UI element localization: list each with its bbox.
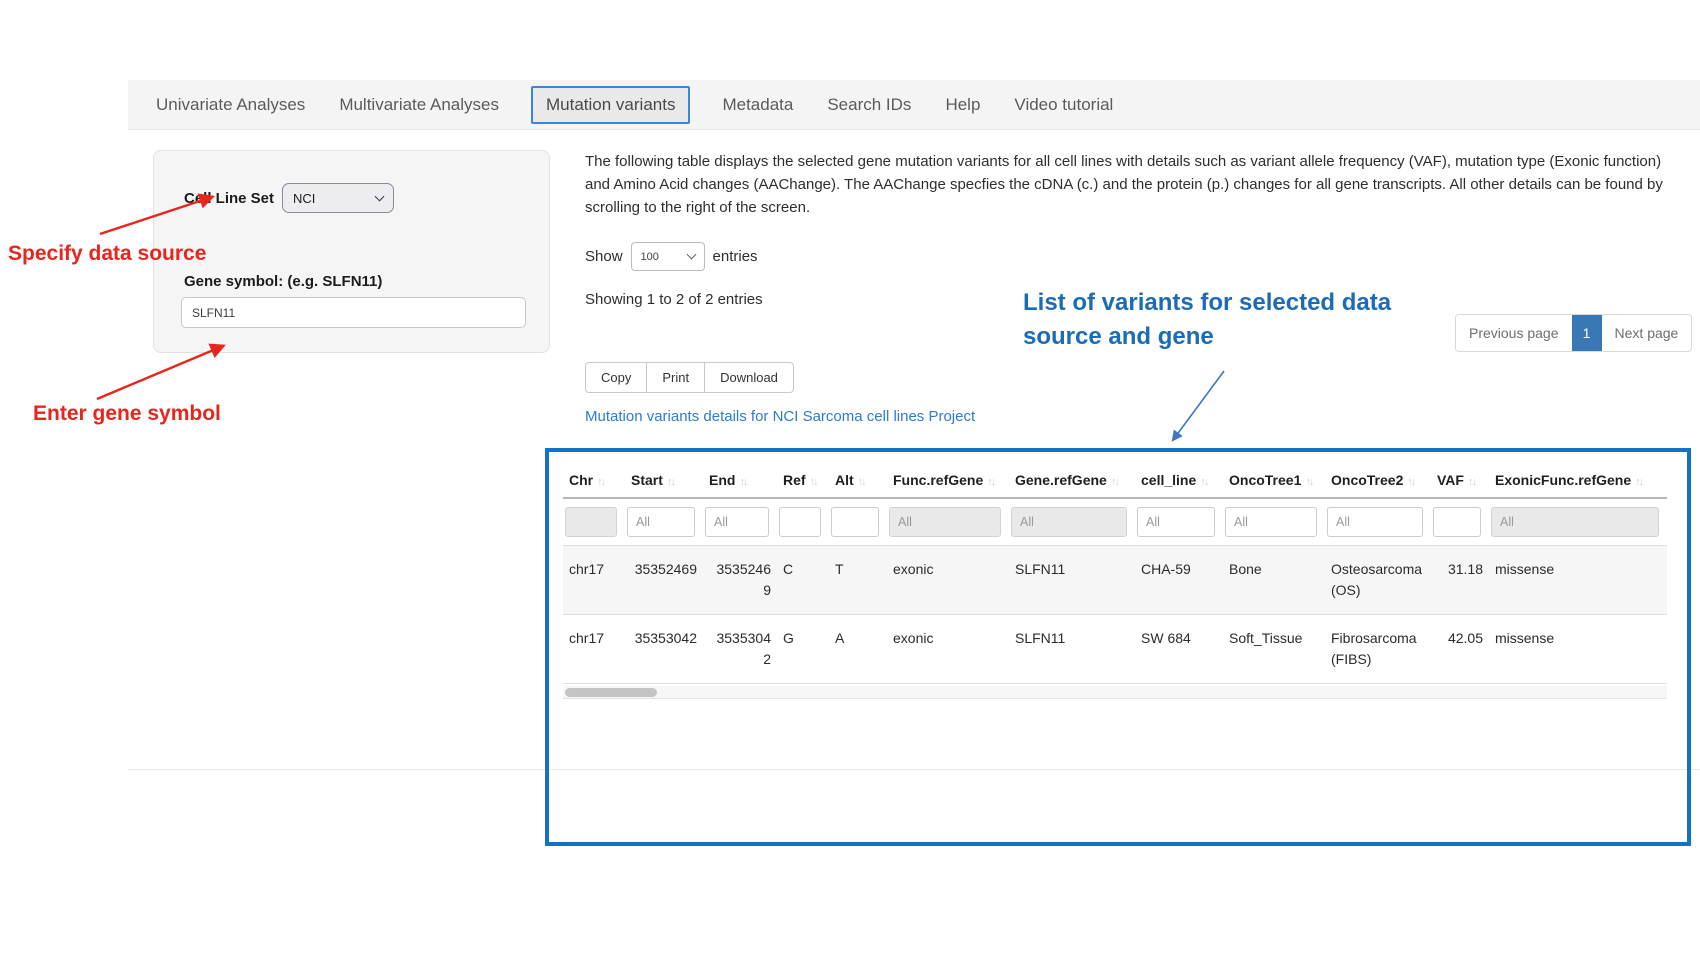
- sort-icon[interactable]: ↑↓: [858, 476, 865, 488]
- annotation-specify-data-source: Specify data source: [8, 242, 206, 266]
- page-number-1[interactable]: 1: [1572, 315, 1602, 351]
- page-length-value: 100: [641, 251, 659, 263]
- gene-symbol-label: Gene symbol: (e.g. SLFN11): [184, 273, 382, 290]
- col-header-ref[interactable]: Ref↑↓: [777, 462, 829, 498]
- cell-line-set-value: NCI: [293, 191, 315, 206]
- filter-cell-line[interactable]: [1137, 507, 1215, 537]
- tab-video-tutorial[interactable]: Video tutorial: [1012, 86, 1115, 124]
- sort-icon[interactable]: ↑↓: [987, 476, 994, 488]
- horizontal-scrollbar[interactable]: [563, 686, 1667, 699]
- filter-oncotree1[interactable]: [1225, 507, 1317, 537]
- annotation-list-of-variants: List of variants for selected data sourc…: [1023, 286, 1391, 354]
- chevron-down-icon: [375, 191, 385, 201]
- tab-mutation-variants[interactable]: Mutation variants: [531, 86, 690, 124]
- red-arrow-to-gene-input: [97, 346, 223, 399]
- tab-metadata[interactable]: Metadata: [720, 86, 795, 124]
- sort-icon[interactable]: ↑↓: [1635, 476, 1642, 488]
- col-header-vaf[interactable]: VAF↑↓: [1431, 462, 1489, 498]
- col-header-chr[interactable]: Chr↑↓: [563, 462, 625, 498]
- filter-vaf[interactable]: [1433, 507, 1481, 537]
- filter-start[interactable]: [627, 507, 695, 537]
- sort-icon[interactable]: ↑↓: [1305, 476, 1312, 488]
- col-header-gene-refgene[interactable]: Gene.refGene↑↓: [1009, 462, 1135, 498]
- page-length-select[interactable]: 100: [631, 242, 705, 271]
- sort-icon[interactable]: ↑↓: [1111, 476, 1118, 488]
- col-header-func-refgene[interactable]: Func.refGene↑↓: [887, 462, 1009, 498]
- variants-table-highlight-box: Chr↑↓ Start↑↓ End↑↓ Ref↑↓ Alt↑↓ Func.ref…: [545, 448, 1691, 846]
- sort-icon[interactable]: ↑↓: [667, 476, 674, 488]
- col-header-cell-line[interactable]: cell_line↑↓: [1135, 462, 1223, 498]
- tab-multivariate-analyses[interactable]: Multivariate Analyses: [337, 86, 501, 124]
- filter-ref[interactable]: [779, 507, 821, 537]
- col-header-alt[interactable]: Alt↑↓: [829, 462, 887, 498]
- gene-symbol-input[interactable]: [181, 297, 526, 328]
- pagination: Previous page 1 Next page: [1455, 314, 1692, 352]
- variants-table: Chr↑↓ Start↑↓ End↑↓ Ref↑↓ Alt↑↓ Func.ref…: [563, 462, 1667, 684]
- annotation-line-2: source and gene: [1023, 320, 1391, 354]
- cell-line-set-select[interactable]: NCI: [282, 183, 394, 213]
- cell-line-set-label: Cell Line Set: [184, 190, 274, 207]
- filter-func-refgene[interactable]: [889, 507, 1001, 537]
- filter-oncotree2[interactable]: [1327, 507, 1423, 537]
- export-button-group: Copy Print Download: [585, 362, 794, 393]
- tab-search-ids[interactable]: Search IDs: [825, 86, 913, 124]
- tab-help[interactable]: Help: [943, 86, 982, 124]
- download-button[interactable]: Download: [704, 362, 794, 393]
- table-description-text: The following table displays the selecte…: [585, 150, 1685, 219]
- header-row: Chr↑↓ Start↑↓ End↑↓ Ref↑↓ Alt↑↓ Func.ref…: [563, 462, 1667, 498]
- col-header-start[interactable]: Start↑↓: [625, 462, 703, 498]
- sort-icon[interactable]: ↑↓: [597, 476, 604, 488]
- next-page-button[interactable]: Next page: [1602, 315, 1692, 351]
- sort-icon[interactable]: ↑↓: [739, 476, 746, 488]
- table-row[interactable]: chr17 35353042 35353042 G A exonic SLFN1…: [563, 615, 1667, 684]
- chevron-down-icon: [686, 250, 696, 260]
- filter-gene-refgene[interactable]: [1011, 507, 1127, 537]
- col-header-end[interactable]: End↑↓: [703, 462, 777, 498]
- blue-arrow-to-table: [1173, 371, 1224, 440]
- sort-icon[interactable]: ↑↓: [1200, 476, 1207, 488]
- col-header-oncotree2[interactable]: OncoTree2↑↓: [1325, 462, 1431, 498]
- scrollbar-thumb[interactable]: [565, 688, 657, 697]
- sort-icon[interactable]: ↑↓: [1468, 476, 1475, 488]
- filter-alt[interactable]: [831, 507, 879, 537]
- copy-button[interactable]: Copy: [585, 362, 647, 393]
- filter-end[interactable]: [705, 507, 769, 537]
- controls-panel: Cell Line Set NCI Gene symbol: (e.g. SLF…: [153, 150, 550, 353]
- print-button[interactable]: Print: [646, 362, 705, 393]
- show-entries-row: Show 100 entries: [585, 242, 758, 271]
- top-navbar: Univariate Analyses Multivariate Analyse…: [128, 80, 1700, 130]
- col-header-oncotree1[interactable]: OncoTree1↑↓: [1223, 462, 1325, 498]
- annotation-enter-gene-symbol: Enter gene symbol: [33, 402, 221, 426]
- sort-icon[interactable]: ↑↓: [1407, 476, 1414, 488]
- showing-entries-status: Showing 1 to 2 of 2 entries: [585, 291, 763, 308]
- show-label: Show: [585, 248, 623, 265]
- tab-univariate-analyses[interactable]: Univariate Analyses: [154, 86, 307, 124]
- page: Univariate Analyses Multivariate Analyse…: [0, 0, 1700, 956]
- annotation-line-1: List of variants for selected data: [1023, 286, 1391, 320]
- entries-label: entries: [713, 248, 758, 265]
- table-row[interactable]: chr17 35352469 35352469 C T exonic SLFN1…: [563, 546, 1667, 615]
- sort-icon[interactable]: ↑↓: [810, 476, 817, 488]
- col-header-exonicfunc-refgene[interactable]: ExonicFunc.refGene↑↓: [1489, 462, 1667, 498]
- variants-table-wrapper: Chr↑↓ Start↑↓ End↑↓ Ref↑↓ Alt↑↓ Func.ref…: [563, 462, 1673, 699]
- previous-page-button[interactable]: Previous page: [1456, 315, 1572, 351]
- mutation-variants-details-link[interactable]: Mutation variants details for NCI Sarcom…: [585, 408, 975, 425]
- filter-chr[interactable]: [565, 507, 617, 537]
- filter-row: [563, 498, 1667, 546]
- filter-exonicfunc-refgene[interactable]: [1491, 507, 1659, 537]
